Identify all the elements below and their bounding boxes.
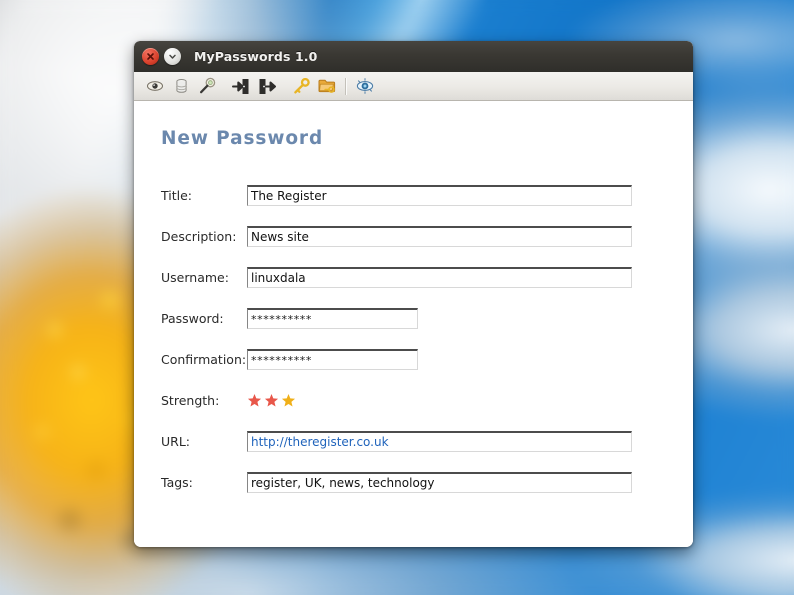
label-url: URL:: [161, 434, 191, 449]
form-row-strength: Strength:: [134, 380, 693, 421]
input-tags[interactable]: register, UK, news, technology: [247, 472, 632, 493]
new-password-form: Title: The Register Description: News si…: [134, 175, 693, 503]
window-controls: [142, 48, 181, 65]
toolbar-view-button[interactable]: [143, 75, 167, 97]
input-url[interactable]: http://theregister.co.uk: [247, 431, 632, 452]
database-icon: [175, 79, 187, 93]
label-confirmation: Confirmation:: [161, 352, 247, 367]
input-confirmation[interactable]: **********: [247, 349, 418, 370]
form-row-tags: Tags: register, UK, news, technology: [134, 462, 693, 503]
label-username: Username:: [161, 270, 229, 285]
export-icon: [259, 78, 276, 94]
form-row-title: Title: The Register: [134, 175, 693, 216]
chevron-down-icon: [169, 54, 176, 59]
toolbar-categories-button[interactable]: [315, 75, 339, 97]
label-description: Description:: [161, 229, 237, 244]
toolbar-import-button[interactable]: [229, 75, 253, 97]
form-row-description: Description: News site: [134, 216, 693, 257]
toolbar-export-button[interactable]: [255, 75, 279, 97]
strength-rating: [247, 390, 296, 411]
form-row-password: Password: **********: [134, 298, 693, 339]
label-tags: Tags:: [161, 475, 193, 490]
window-title: MyPasswords 1.0: [194, 49, 318, 64]
star-icon: [264, 393, 279, 407]
about-icon: [356, 78, 374, 94]
toolbar-about-button[interactable]: [353, 75, 377, 97]
folder-key-icon: [318, 79, 335, 93]
label-strength: Strength:: [161, 393, 220, 408]
star-icon: [281, 393, 296, 407]
input-password[interactable]: **********: [247, 308, 418, 329]
label-title: Title:: [161, 188, 192, 203]
key-icon: [294, 77, 310, 93]
input-username[interactable]: linuxdala: [247, 267, 632, 288]
toolbar-separator: [345, 77, 347, 95]
form-row-url: URL: http://theregister.co.uk: [134, 421, 693, 462]
window-client-area: New Password Title: The Register Descrip…: [134, 101, 693, 547]
close-icon: [147, 53, 154, 60]
form-row-confirmation: Confirmation: **********: [134, 339, 693, 380]
search-key-icon: [199, 77, 215, 94]
input-description[interactable]: News site: [247, 226, 632, 247]
view-eye-icon: [146, 81, 164, 91]
page-title: New Password: [161, 128, 324, 149]
window-titlebar[interactable]: MyPasswords 1.0: [134, 41, 693, 72]
import-icon: [232, 78, 249, 94]
star-icon: [247, 393, 262, 407]
toolbar-search-button[interactable]: [195, 75, 219, 97]
toolbar-database-button[interactable]: [169, 75, 193, 97]
toolbar-password-button[interactable]: [289, 75, 313, 97]
form-row-username: Username: linuxdala: [134, 257, 693, 298]
close-button[interactable]: [142, 48, 159, 65]
label-password: Password:: [161, 311, 224, 326]
application-window: MyPasswords 1.0 New Password Title: The …: [134, 41, 693, 547]
toolbar: [134, 72, 693, 101]
minimize-button[interactable]: [164, 48, 181, 65]
input-title[interactable]: The Register: [247, 185, 632, 206]
